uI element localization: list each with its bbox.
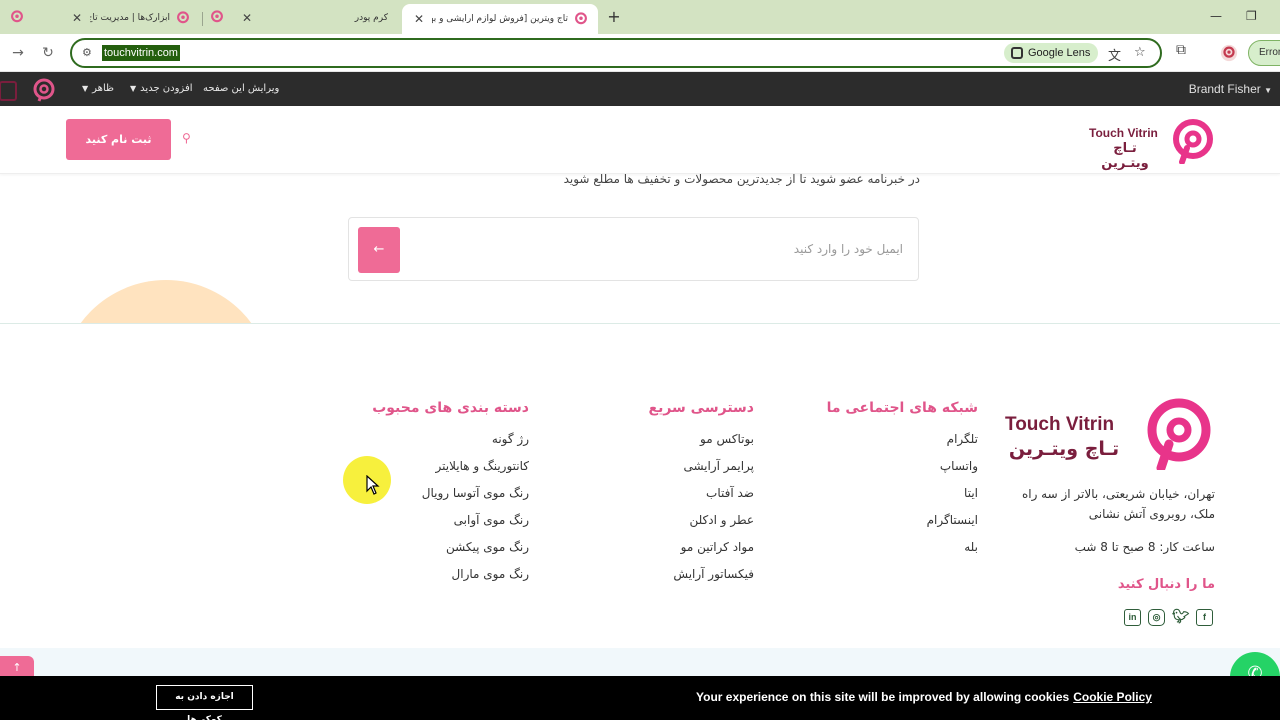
brand-logo-icon[interactable] <box>1170 118 1216 164</box>
cookie-message: Your experience on this site will be imp… <box>696 690 1152 704</box>
footer-link[interactable]: رژ گونه <box>422 428 529 455</box>
admin-appearance-label: ظاهر <box>92 83 114 94</box>
browser-tab-strip: ابزارک‌ها | مدیریت تاج ویترین ✕ کرم پودر… <box>0 0 1280 34</box>
footer-col-list-social: تلگرام واتساپ ایتا اینستاگرام بله <box>927 428 978 563</box>
cookie-accept-button[interactable]: اجازه دادن به کوکی‌ها <box>156 685 253 720</box>
instagram-icon[interactable]: ◎ <box>1148 609 1165 626</box>
footer-bottom-strip <box>0 648 1280 676</box>
forward-icon[interactable]: → <box>8 43 28 63</box>
facebook-icon[interactable]: f <box>1196 609 1213 626</box>
footer-brand-fa[interactable]: تـاچ ویتـرین <box>1005 438 1123 460</box>
cookie-policy-link[interactable]: Cookie Policy <box>1073 690 1152 704</box>
url-text[interactable]: touchvitrin.com <box>102 45 180 61</box>
twitter-icon[interactable]: 🐦︎ <box>1172 609 1190 626</box>
footer-link[interactable]: بله <box>927 536 978 563</box>
mouse-pointer-icon <box>366 475 380 495</box>
arrow-left-icon: ← <box>373 242 385 257</box>
translate-icon[interactable]: 文 <box>1108 45 1121 64</box>
arrow-up-icon: ↑ <box>12 661 22 674</box>
footer-col-title-quick: دسترسی سریع <box>648 400 754 416</box>
cookie-message-text: Your experience on this site will be imp… <box>696 690 1070 704</box>
tab-title: تاج ویترین [فروش لوازم آرایشی و بهداشتی] <box>432 14 568 24</box>
minimize-icon[interactable]: — <box>1210 9 1222 23</box>
browser-tab-widgets[interactable]: ابزارک‌ها | مدیریت تاج ویترین ✕ <box>60 4 200 32</box>
footer-link[interactable]: عطر و ادکلن <box>673 509 754 536</box>
footer-col-title-categories: دسته بندی های محبوب <box>372 400 529 416</box>
site-header: ثبت نام کنید ⚲ Touch Vitrin تـاچ ویتـرین <box>0 106 1280 174</box>
tab-favicon-icon <box>177 11 189 24</box>
caret-down-icon: ▼ <box>1264 86 1272 95</box>
browser-toolbar: → ↻ ⚙ touchvitrin.com Google Lens 文 ☆ ⧉ … <box>0 34 1280 72</box>
lens-icon <box>1011 47 1023 59</box>
tab-title: کرم پودر <box>354 13 388 23</box>
newsletter-email-input[interactable] <box>409 232 909 266</box>
footer-link[interactable]: مواد کراتین مو <box>673 536 754 563</box>
new-tab-button[interactable]: + <box>606 8 622 26</box>
footer-link[interactable]: رنگ موی آتوسا رویال <box>422 482 529 509</box>
footer-link[interactable]: ضد آفتاب <box>673 482 754 509</box>
footer-link[interactable]: پرایمر آرایشی <box>673 455 754 482</box>
footer-link[interactable]: ایتا <box>927 482 978 509</box>
footer-link[interactable]: کانتورینگ و هایلایتر <box>422 455 529 482</box>
footer-col-list-categories: رژ گونه کانتورینگ و هایلایتر رنگ موی آتو… <box>422 428 529 590</box>
google-lens-label: Google Lens <box>1028 47 1091 59</box>
footer-link[interactable]: رنگ موی مارال <box>422 563 529 590</box>
footer-link[interactable]: تلگرام <box>927 428 978 455</box>
profile-extension-icon[interactable] <box>1220 44 1238 62</box>
admin-add-new-menu[interactable]: افزودن جدید▼ <box>130 83 193 94</box>
social-links: in ◎ 🐦︎ f <box>1124 609 1213 627</box>
newsletter-text: در خبرنامه عضو شوید تا از جدیدترین محصول… <box>563 172 920 186</box>
admin-site-logo-icon[interactable] <box>32 78 56 102</box>
cookie-notice: اجازه دادن به کوکی‌ها Your experience on… <box>0 676 1280 720</box>
admin-user-menu[interactable]: Brandt Fisher ▼ <box>1189 82 1272 96</box>
header-brand-fa[interactable]: تـاچ ویتـرین <box>1090 141 1160 171</box>
admin-edit-page-link[interactable]: ویرایش این صفحه <box>203 83 279 94</box>
wp-admin-bar: ظاهر▼ افزودن جدید▼ ویرایش این صفحه Brand… <box>0 72 1280 106</box>
tab-favicon-icon[interactable] <box>210 10 224 24</box>
footer-brand-en[interactable]: Touch Vitrin <box>1005 414 1114 436</box>
close-icon[interactable]: ✕ <box>70 11 84 25</box>
reload-icon[interactable]: ↻ <box>38 43 58 63</box>
newsletter-form: ← <box>348 217 919 281</box>
browser-tab-home[interactable]: تاج ویترین [فروش لوازم آرایشی و بهداشتی]… <box>402 4 598 34</box>
footer-link[interactable]: رنگ موی آوابی <box>422 509 529 536</box>
bookmark-star-icon[interactable]: ☆ <box>1134 45 1146 60</box>
browser-tab-foundation[interactable]: کرم پودر ✕ <box>230 4 398 32</box>
footer-link[interactable]: رنگ موی پیکشن <box>422 536 529 563</box>
caret-down-icon: ▼ <box>130 84 137 93</box>
footer-address: تهران، خیابان شریعتی، بالاتر از سه راه م… <box>1021 487 1215 521</box>
close-icon[interactable]: ✕ <box>412 12 426 26</box>
admin-user-name: Brandt Fisher <box>1188 82 1261 96</box>
admin-add-new-label: افزودن جدید <box>140 83 193 94</box>
site-favicon-icon[interactable] <box>10 10 24 24</box>
footer-col-title-social: شبکه های اجتماعی ما <box>826 400 978 416</box>
header-brand-en[interactable]: Touch Vitrin <box>1089 126 1158 140</box>
footer-link[interactable]: اینستاگرام <box>927 509 978 536</box>
footer-col-list-quick: بوتاکس مو پرایمر آرایشی ضد آفتاب عطر و ا… <box>673 428 754 590</box>
footer-follow-title: ما را دنبال کنید <box>1117 577 1215 592</box>
newsletter-submit-button[interactable]: ← <box>358 227 400 273</box>
tab-title: ابزارک‌ها | مدیریت تاج ویترین <box>90 13 170 23</box>
linkedin-icon[interactable]: in <box>1124 609 1141 626</box>
search-icon[interactable]: ⚲ <box>182 131 191 145</box>
tab-favicon-icon <box>575 12 587 25</box>
admin-appearance-menu[interactable]: ظاهر▼ <box>82 83 114 94</box>
extensions-icon[interactable]: ⧉ <box>1176 42 1186 58</box>
restore-icon[interactable]: ❐ <box>1246 9 1257 23</box>
footer-link[interactable]: واتساپ <box>927 455 978 482</box>
caret-down-icon: ▼ <box>82 84 89 93</box>
tab-separator <box>202 12 203 26</box>
footer-link[interactable]: بوتاکس مو <box>673 428 754 455</box>
footer-logo-icon[interactable] <box>1143 398 1215 470</box>
register-button[interactable]: ثبت نام کنید <box>66 119 171 160</box>
google-lens-button[interactable]: Google Lens <box>1004 43 1099 63</box>
footer-hours: ساعت کار: 8 صبح تا 8 شب <box>1074 540 1215 554</box>
address-bar[interactable]: ⚙ touchvitrin.com Google Lens 文 ☆ <box>70 38 1162 68</box>
close-icon[interactable]: ✕ <box>240 11 254 25</box>
profile-error-button[interactable]: Error <box>1248 40 1280 66</box>
site-info-icon[interactable]: ⚙ <box>82 46 92 59</box>
footer-link[interactable]: فیکساتور آرایش <box>673 563 754 590</box>
admin-site-mark-icon[interactable] <box>0 80 22 102</box>
